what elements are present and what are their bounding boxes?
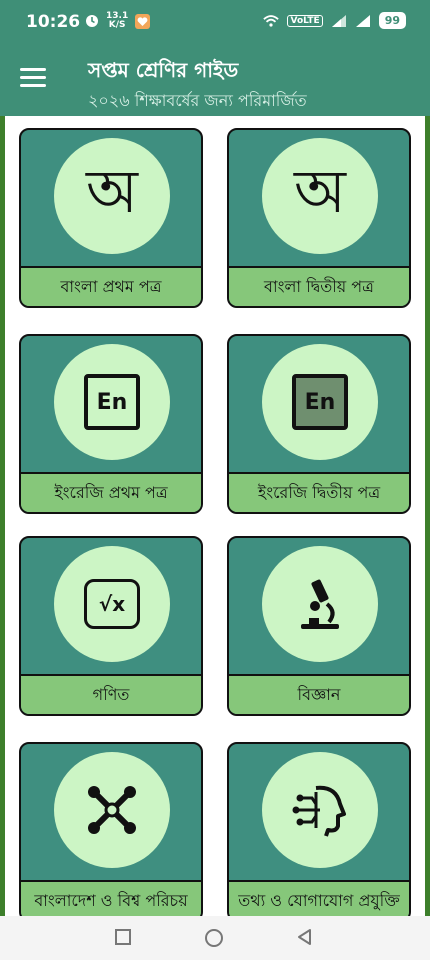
subject-grid: অ বাংলা প্রথম পত্র অ বাংলা দ্বিতীয় পত্র… [0,116,430,916]
english-en-icon: En [54,344,170,460]
signal-icon-2 [355,13,371,29]
system-nav-bar [0,916,430,960]
subject-label: বাংলাদেশ ও বিশ্ব পরিচয় [21,880,201,916]
status-time: 10:26 [26,12,81,32]
bangla-letter-icon: অ [54,138,170,254]
subject-card-math[interactable]: √x গণিত [19,536,203,716]
icon-glyph: √x [98,592,126,616]
battery-indicator: 99 [378,12,406,29]
network-speed-unit: K/S [108,20,126,30]
subject-label: তথ্য ও যোগাযোগ প্রযুক্তি [229,880,409,916]
square-recents-icon[interactable] [114,928,134,948]
subject-card-bangla-2[interactable]: অ বাংলা দ্বিতীয় পত্র [227,128,411,308]
alarm-icon [84,13,100,29]
icon-glyph: অ [86,157,138,227]
heart-app-icon [134,13,150,29]
subject-card-ict[interactable]: তথ্য ও যোগাযোগ প্রযুক্তি [227,742,411,916]
status-icons-right: VoLTE 99 [263,12,406,29]
english-en-icon: En [262,344,378,460]
square-root-icon: √x [54,546,170,662]
subject-label: বাংলা দ্বিতীয় পত্র [229,266,409,306]
joomla-globe-icon [54,752,170,868]
subject-label: বাংলা প্রথম পত্র [21,266,201,306]
ai-head-circuit-icon [262,752,378,868]
subject-label: ইংরেজি দ্বিতীয় পত্র [229,472,409,512]
app-title: সপ্তম শ্রেণির গাইড [88,58,239,82]
status-icons-left: 13.1 K/S [84,12,150,30]
app-subtitle: ২০২৬ শিক্ষাবর্ষের জন্য পরিমার্জিত [88,91,307,110]
circle-home-icon[interactable] [204,928,224,948]
volte-badge: VoLTE [287,14,323,27]
hamburger-menu-icon[interactable] [20,68,46,90]
microscope-icon [262,546,378,662]
network-speed: 13.1 K/S [106,12,128,30]
icon-glyph: En [96,389,128,415]
subject-card-bangladesh-world[interactable]: বাংলাদেশ ও বিশ্ব পরিচয় [19,742,203,916]
wifi-icon [263,13,280,29]
subject-card-bangla-1[interactable]: অ বাংলা প্রথম পত্র [19,128,203,308]
subject-card-english-2[interactable]: En ইংরেজি দ্বিতীয় পত্র [227,334,411,514]
icon-glyph: En [304,389,336,415]
status-bar: 10:26 13.1 K/S VoLTE 99 [0,0,430,44]
icon-glyph: অ [294,157,346,227]
triangle-back-icon[interactable] [296,928,316,948]
subject-label: বিজ্ঞান [229,674,409,714]
subject-label: গণিত [21,674,201,714]
signal-icon-1 [331,13,347,29]
subject-card-science[interactable]: বিজ্ঞান [227,536,411,716]
subject-label: ইংরেজি প্রথম পত্র [21,472,201,512]
bangla-letter-icon: অ [262,138,378,254]
subject-card-english-1[interactable]: En ইংরেজি প্রথম পত্র [19,334,203,514]
app-bar: সপ্তম শ্রেণির গাইড ২০২৬ শিক্ষাবর্ষের জন্… [0,44,430,116]
